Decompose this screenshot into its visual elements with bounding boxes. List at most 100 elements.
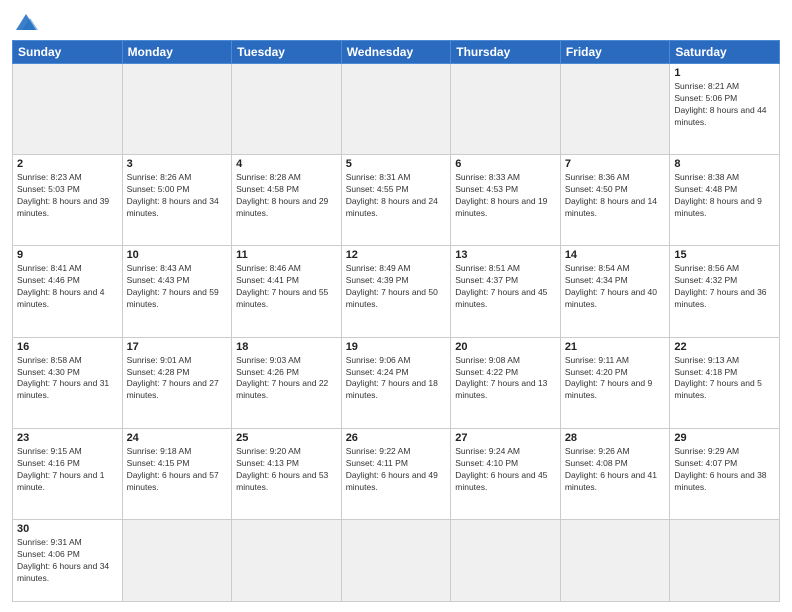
day-number: 18 — [236, 341, 337, 353]
calendar-cell: 12Sunrise: 8:49 AMSunset: 4:39 PMDayligh… — [341, 246, 451, 337]
day-number: 25 — [236, 432, 337, 444]
day-number: 20 — [455, 341, 556, 353]
calendar-cell — [341, 64, 451, 155]
calendar-cell: 6 Sunrise: 8:33 AMSunset: 4:53 PMDaylight… — [451, 155, 561, 246]
calendar-cell: 29 Sunrise: 9:29 AMSunset: 4:07 PMDayligh… — [670, 428, 780, 519]
calendar-cell: 21 Sunrise: 9:11 AMSunset: 4:20 PMDayligh… — [560, 337, 670, 428]
day-info: Sunrise: 9:20 AMSunset: 4:13 PMDaylight:… — [236, 446, 337, 494]
calendar-cell: 26Sunrise: 9:22 AMSunset: 4:11 PMDayligh… — [341, 428, 451, 519]
day-number: 23 — [17, 432, 118, 444]
day-info: Sunrise: 9:08 AMSunset: 4:22 PMDaylight:… — [455, 355, 556, 403]
calendar-cell: 15 Sunrise: 8:56 AMSunset: 4:32 PMDayligh… — [670, 246, 780, 337]
day-info: Sunrise: 9:03 AMSunset: 4:26 PMDaylight:… — [236, 355, 337, 403]
day-number: 13 — [455, 249, 556, 261]
day-number: 9 — [17, 249, 118, 261]
header — [12, 10, 780, 34]
day-info: Sunrise: 8:54 AMSunset: 4:34 PMDaylight:… — [565, 263, 666, 311]
day-info: Sunrise: 8:43 AMSunset: 4:43 PMDaylight:… — [127, 263, 228, 311]
day-info: Sunrise: 8:56 AMSunset: 4:32 PMDaylight:… — [674, 263, 775, 311]
calendar-cell — [670, 520, 780, 602]
day-info: Sunrise: 9:26 AMSunset: 4:08 PMDaylight:… — [565, 446, 666, 494]
day-number: 5 — [346, 158, 447, 170]
week-row-1: 2 Sunrise: 8:23 AMSunset: 5:03 PMDaylight… — [13, 155, 780, 246]
calendar-cell: 19Sunrise: 9:06 AMSunset: 4:24 PMDayligh… — [341, 337, 451, 428]
calendar-table: SundayMondayTuesdayWednesdayThursdayFrid… — [12, 40, 780, 602]
logo-icon — [12, 10, 40, 34]
day-number: 6 — [455, 158, 556, 170]
weekday-header-monday: Monday — [122, 41, 232, 64]
calendar-cell: 5 Sunrise: 8:31 AMSunset: 4:55 PMDaylight… — [341, 155, 451, 246]
weekday-header-sunday: Sunday — [13, 41, 123, 64]
day-info: Sunrise: 9:29 AMSunset: 4:07 PMDaylight:… — [674, 446, 775, 494]
calendar-cell: 2 Sunrise: 8:23 AMSunset: 5:03 PMDaylight… — [13, 155, 123, 246]
calendar-cell: 11 Sunrise: 8:46 AMSunset: 4:41 PMDayligh… — [232, 246, 342, 337]
calendar-cell: 1 Sunrise: 8:21 AMSunset: 5:06 PMDaylight… — [670, 64, 780, 155]
day-info: Sunrise: 8:41 AMSunset: 4:46 PMDaylight:… — [17, 263, 118, 311]
week-row-0: 1 Sunrise: 8:21 AMSunset: 5:06 PMDaylight… — [13, 64, 780, 155]
calendar-cell: 7 Sunrise: 8:36 AMSunset: 4:50 PMDaylight… — [560, 155, 670, 246]
day-info: Sunrise: 8:49 AMSunset: 4:39 PMDaylight:… — [346, 263, 447, 311]
day-info: Sunrise: 8:33 AMSunset: 4:53 PMDaylight:… — [455, 172, 556, 220]
calendar-cell: 24 Sunrise: 9:18 AMSunset: 4:15 PMDayligh… — [122, 428, 232, 519]
calendar-cell — [341, 520, 451, 602]
day-info: Sunrise: 9:01 AMSunset: 4:28 PMDaylight:… — [127, 355, 228, 403]
calendar-cell — [122, 64, 232, 155]
day-number: 22 — [674, 341, 775, 353]
calendar-cell — [122, 520, 232, 602]
calendar-cell: 10 Sunrise: 8:43 AMSunset: 4:43 PMDayligh… — [122, 246, 232, 337]
day-info: Sunrise: 9:11 AMSunset: 4:20 PMDaylight:… — [565, 355, 666, 403]
calendar-cell — [232, 520, 342, 602]
day-number: 15 — [674, 249, 775, 261]
day-number: 16 — [17, 341, 118, 353]
day-info: Sunrise: 9:31 AMSunset: 4:06 PMDaylight:… — [17, 537, 118, 585]
calendar-cell: 22 Sunrise: 9:13 AMSunset: 4:18 PMDayligh… — [670, 337, 780, 428]
day-info: Sunrise: 8:36 AMSunset: 4:50 PMDaylight:… — [565, 172, 666, 220]
calendar-cell: 30Sunrise: 9:31 AMSunset: 4:06 PMDayligh… — [13, 520, 123, 602]
weekday-header-wednesday: Wednesday — [341, 41, 451, 64]
day-info: Sunrise: 9:24 AMSunset: 4:10 PMDaylight:… — [455, 446, 556, 494]
day-number: 4 — [236, 158, 337, 170]
day-number: 8 — [674, 158, 775, 170]
day-info: Sunrise: 8:21 AMSunset: 5:06 PMDaylight:… — [674, 81, 775, 129]
week-row-4: 23Sunrise: 9:15 AMSunset: 4:16 PMDayligh… — [13, 428, 780, 519]
day-number: 1 — [674, 67, 775, 79]
calendar-cell: 28 Sunrise: 9:26 AMSunset: 4:08 PMDayligh… — [560, 428, 670, 519]
day-number: 7 — [565, 158, 666, 170]
page: SundayMondayTuesdayWednesdayThursdayFrid… — [0, 0, 792, 612]
day-number: 21 — [565, 341, 666, 353]
calendar-cell — [451, 520, 561, 602]
day-info: Sunrise: 8:51 AMSunset: 4:37 PMDaylight:… — [455, 263, 556, 311]
calendar-cell — [13, 64, 123, 155]
day-number: 10 — [127, 249, 228, 261]
calendar-cell: 3Sunrise: 8:26 AMSunset: 5:00 PMDaylight… — [122, 155, 232, 246]
day-info: Sunrise: 8:31 AMSunset: 4:55 PMDaylight:… — [346, 172, 447, 220]
calendar-cell: 23Sunrise: 9:15 AMSunset: 4:16 PMDayligh… — [13, 428, 123, 519]
day-info: Sunrise: 9:18 AMSunset: 4:15 PMDaylight:… — [127, 446, 228, 494]
day-info: Sunrise: 8:58 AMSunset: 4:30 PMDaylight:… — [17, 355, 118, 403]
day-info: Sunrise: 9:13 AMSunset: 4:18 PMDaylight:… — [674, 355, 775, 403]
day-info: Sunrise: 8:28 AMSunset: 4:58 PMDaylight:… — [236, 172, 337, 220]
calendar-cell: 20 Sunrise: 9:08 AMSunset: 4:22 PMDayligh… — [451, 337, 561, 428]
day-number: 29 — [674, 432, 775, 444]
calendar-cell — [232, 64, 342, 155]
week-row-5: 30Sunrise: 9:31 AMSunset: 4:06 PMDayligh… — [13, 520, 780, 602]
day-number: 2 — [17, 158, 118, 170]
day-number: 11 — [236, 249, 337, 261]
weekday-header-friday: Friday — [560, 41, 670, 64]
weekday-header-tuesday: Tuesday — [232, 41, 342, 64]
logo — [12, 10, 44, 34]
day-info: Sunrise: 9:22 AMSunset: 4:11 PMDaylight:… — [346, 446, 447, 494]
day-number: 3 — [127, 158, 228, 170]
day-number: 24 — [127, 432, 228, 444]
calendar-cell: 8 Sunrise: 8:38 AMSunset: 4:48 PMDaylight… — [670, 155, 780, 246]
calendar-cell: 17Sunrise: 9:01 AMSunset: 4:28 PMDayligh… — [122, 337, 232, 428]
day-info: Sunrise: 8:46 AMSunset: 4:41 PMDaylight:… — [236, 263, 337, 311]
day-info: Sunrise: 8:38 AMSunset: 4:48 PMDaylight:… — [674, 172, 775, 220]
day-info: Sunrise: 8:23 AMSunset: 5:03 PMDaylight:… — [17, 172, 118, 220]
calendar-cell: 14 Sunrise: 8:54 AMSunset: 4:34 PMDayligh… — [560, 246, 670, 337]
weekday-header-saturday: Saturday — [670, 41, 780, 64]
day-number: 28 — [565, 432, 666, 444]
calendar-cell: 27Sunrise: 9:24 AMSunset: 4:10 PMDayligh… — [451, 428, 561, 519]
day-number: 14 — [565, 249, 666, 261]
calendar-cell: 13 Sunrise: 8:51 AMSunset: 4:37 PMDayligh… — [451, 246, 561, 337]
